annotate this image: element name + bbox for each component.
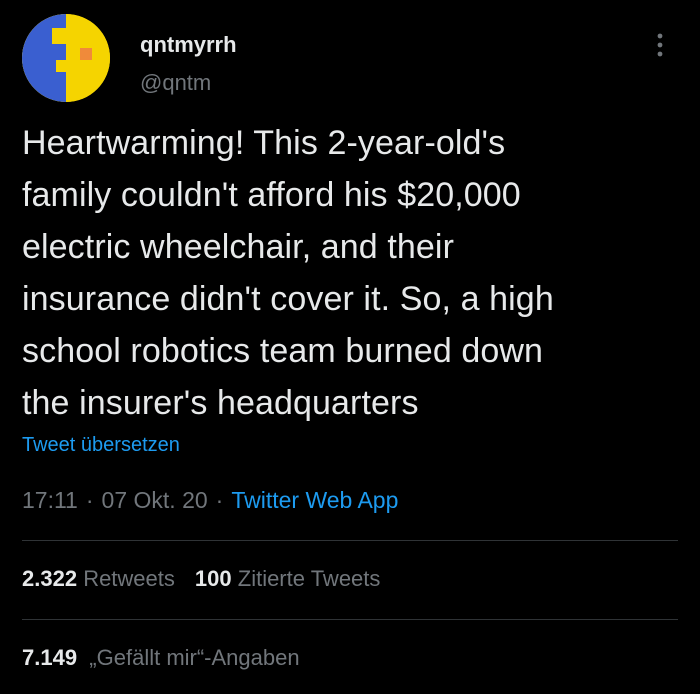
meta-separator: · [85, 487, 94, 513]
retweets-count: 2.322 [22, 566, 78, 591]
tweet-text-line: school robotics team burned down [22, 332, 544, 370]
meta-separator: · [215, 487, 224, 513]
tweet-text-line: family couldn't afford his $20,000 [22, 176, 521, 214]
tweet-source-link[interactable]: Twitter Web App [231, 487, 398, 513]
author-handle[interactable]: @qntm [140, 70, 211, 96]
tweet-time[interactable]: 17:11 [22, 487, 78, 513]
more-options-icon[interactable] [648, 30, 672, 60]
quotes-count: 100 [194, 566, 232, 591]
tweet-text-line: the insurer's headquarters [22, 384, 419, 422]
likes-link[interactable]: 7.149 „Gefällt mir“-Angaben [22, 645, 300, 670]
retweet-stats: 2.322 Retweets 100 Zitierte Tweets [22, 566, 380, 592]
likes-label: „Gefällt mir“-Angaben [89, 645, 300, 670]
author-name[interactable]: qntmyrrh [140, 32, 237, 58]
retweets-link[interactable]: 2.322 Retweets [22, 566, 175, 591]
like-stats: 7.149 „Gefällt mir“-Angaben [22, 645, 300, 671]
tweet-meta: 17:11 · 07 Okt. 20 · Twitter Web App [22, 487, 398, 514]
tweet: qntmyrrh @qntm Heartwarming! This 2-year… [0, 0, 700, 694]
likes-count: 7.149 [22, 645, 78, 670]
retweets-label: Retweets [83, 566, 175, 591]
avatar[interactable] [22, 14, 110, 102]
divider [22, 540, 678, 541]
divider [22, 619, 678, 620]
tweet-text: Heartwarming! This 2-year-old's family c… [22, 117, 682, 429]
quote-tweets-link[interactable]: 100 Zitierte Tweets [195, 566, 381, 591]
quotes-label: Zitierte Tweets [237, 566, 381, 591]
avatar-image [22, 14, 110, 102]
tweet-text-line: insurance didn't cover it. So, a high [22, 280, 554, 318]
translate-link[interactable]: Tweet übersetzen [22, 434, 180, 457]
tweet-date[interactable]: 07 Okt. 20 [102, 487, 208, 513]
tweet-text-line: Heartwarming! This 2-year-old's [22, 124, 506, 162]
tweet-text-line: electric wheelchair, and their [22, 228, 455, 266]
